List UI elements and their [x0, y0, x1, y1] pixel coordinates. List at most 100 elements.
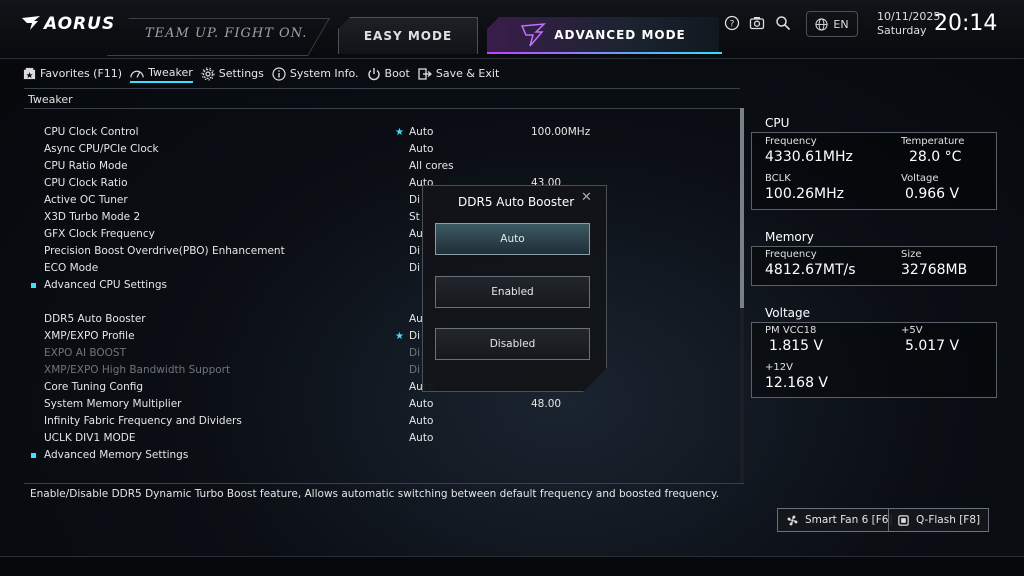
power-icon	[367, 67, 381, 81]
voltage-section-title: Voltage	[765, 306, 811, 320]
setting-value: Di	[409, 262, 421, 274]
eagle-icon	[22, 16, 40, 30]
date: 10/11/2025	[877, 10, 941, 23]
submenu-label: Advanced Memory Settings	[44, 449, 189, 461]
pm-vcc18-label: PM VCC18	[765, 325, 817, 336]
time-display: 20:14	[934, 11, 998, 36]
tab-boot[interactable]: Boot	[367, 67, 410, 83]
easy-mode-button[interactable]: EASY MODE	[338, 17, 478, 54]
setting-value: Auto	[409, 432, 434, 444]
tab-settings[interactable]: Settings	[201, 67, 264, 83]
setting-row-async-cpu-pcie-clock[interactable]: Async CPU/PCIe Clock Auto	[24, 141, 740, 158]
setting-label: XMP/EXPO High Bandwidth Support	[44, 364, 231, 376]
setting-value: Di	[409, 364, 421, 376]
setting-row-cpu-clock-ratio[interactable]: CPU Clock Ratio Auto 43.00	[24, 175, 740, 192]
setting-label: CPU Ratio Mode	[44, 160, 128, 172]
v5-label: +5V	[901, 325, 923, 336]
submenu-bullet-icon	[31, 453, 36, 458]
cpu-voltage-value: 0.966 V	[905, 186, 960, 202]
tab-tweaker-label: Tweaker	[148, 66, 193, 79]
memory-section-title: Memory	[765, 230, 814, 244]
setting-row-eco-mode[interactable]: ECO Mode Di	[24, 260, 740, 277]
setting-row-gfx-clock-frequency[interactable]: GFX Clock Frequency Au	[24, 226, 740, 243]
setting-row-uclk-div1-mode[interactable]: UCLK DIV1 MODE Auto	[24, 430, 740, 447]
setting-row-infinity-fabric[interactable]: Infinity Fabric Frequency and Dividers A…	[24, 413, 740, 430]
svg-text:?: ?	[730, 20, 735, 30]
cpu-section-title: CPU	[765, 116, 790, 130]
cpu-temperature-value: 28.0 °C	[909, 149, 962, 165]
tab-save-exit[interactable]: Save & Exit	[418, 67, 499, 83]
memory-size-value: 32768MB	[901, 262, 968, 278]
setting-row-cpu-clock-control[interactable]: CPU Clock Control ★ Auto 100.00MHz	[24, 124, 740, 141]
submenu-advanced-cpu-settings[interactable]: Advanced CPU Settings	[24, 277, 740, 294]
setting-row-pbo-enhancement[interactable]: Precision Boost Overdrive(PBO) Enhanceme…	[24, 243, 740, 260]
option-disabled[interactable]: Disabled	[435, 328, 590, 360]
setting-label: ECO Mode	[44, 262, 99, 274]
help-text: Enable/Disable DDR5 Dynamic Turbo Boost …	[30, 488, 720, 500]
breadcrumb: Tweaker	[28, 93, 73, 106]
footer-bar	[0, 557, 1024, 576]
setting-row-cpu-ratio-mode[interactable]: CPU Ratio Mode All cores	[24, 158, 740, 175]
setting-row-x3d-turbo-mode-2[interactable]: X3D Turbo Mode 2 St	[24, 209, 740, 226]
advanced-mode-button[interactable]: ADVANCED MODE	[487, 17, 719, 53]
dialog-title: DDR5 Auto Booster	[458, 195, 575, 209]
pm-vcc18-value: 1.815 V	[769, 338, 824, 354]
cpu-frequency-label: Frequency	[765, 136, 817, 147]
help-icon[interactable]: ?	[722, 13, 742, 33]
setting-label: Active OC Tuner	[44, 194, 128, 206]
memory-frequency-label: Frequency	[765, 249, 817, 260]
setting-row-ddr5-auto-booster[interactable]: DDR5 Auto Booster Au	[24, 311, 740, 328]
tab-save-exit-label: Save & Exit	[435, 67, 500, 80]
setting-row-xmp-expo-high-bandwidth: XMP/EXPO High Bandwidth Support Di	[24, 362, 740, 379]
option-auto[interactable]: Auto	[435, 223, 590, 255]
setting-value: Auto	[409, 415, 434, 427]
option-enabled[interactable]: Enabled	[435, 276, 590, 308]
v5-value: 5.017 V	[905, 338, 960, 354]
setting-value: Auto	[409, 126, 434, 138]
v12-label: +12V	[765, 362, 793, 373]
v12-value: 12.168 V	[765, 375, 829, 391]
chip-icon	[898, 514, 909, 526]
scrollbar-thumb[interactable]	[740, 108, 744, 308]
cpu-frequency-value: 4330.61MHz	[765, 149, 853, 165]
main-nav: Favorites (F11) Tweaker Settings System …	[22, 66, 499, 83]
gear-icon	[201, 67, 215, 81]
smart-fan-button[interactable]: Smart Fan 6 [F6]	[777, 508, 902, 532]
search-icon[interactable]	[773, 13, 793, 33]
tab-system-info[interactable]: System Info.	[272, 66, 359, 83]
language-button[interactable]: EN	[806, 11, 858, 37]
q-flash-button[interactable]: Q-Flash [F8]	[888, 508, 990, 532]
setting-value: Auto	[409, 143, 434, 155]
setting-label: X3D Turbo Mode 2	[44, 211, 141, 223]
submenu-bullet-icon	[31, 283, 36, 288]
tab-favorites[interactable]: Favorites (F11)	[22, 67, 122, 83]
tab-settings-label: Settings	[218, 67, 264, 80]
setting-row-active-oc-tuner[interactable]: Active OC Tuner Di	[24, 192, 740, 209]
setting-label: EXPO AI BOOST	[44, 347, 127, 359]
setting-value: Di	[409, 347, 421, 359]
divider	[24, 108, 740, 109]
date-display: 10/11/2025 Saturday	[877, 10, 940, 38]
memory-frequency-value: 4812.67MT/s	[765, 262, 856, 278]
setting-row-xmp-expo-profile[interactable]: XMP/EXPO Profile ★ Di	[24, 328, 740, 345]
setting-value: Di	[409, 194, 421, 206]
favorites-icon	[22, 67, 36, 81]
submenu-label: Advanced CPU Settings	[44, 279, 167, 291]
tab-boot-label: Boot	[384, 67, 410, 80]
submenu-advanced-memory-settings[interactable]: Advanced Memory Settings	[24, 447, 740, 464]
setting-row-core-tuning-config[interactable]: Core Tuning Config Auto	[24, 379, 740, 396]
setting-readout: 100.00MHz	[531, 126, 591, 138]
close-icon[interactable]: ✕	[581, 190, 592, 205]
screenshot-icon[interactable]	[747, 13, 767, 33]
bclk-label: BCLK	[765, 173, 791, 184]
setting-value: St	[409, 211, 420, 223]
setting-row-system-memory-multiplier[interactable]: System Memory Multiplier Auto 48.00	[24, 396, 740, 413]
day: Saturday	[877, 24, 927, 37]
tab-tweaker[interactable]: Tweaker	[130, 66, 193, 83]
slogan: TEAM UP. FIGHT ON.	[145, 26, 308, 41]
setting-label: Infinity Fabric Frequency and Dividers	[44, 415, 242, 427]
setting-label: GFX Clock Frequency	[44, 228, 155, 240]
tab-favorites-label: Favorites (F11)	[40, 67, 123, 80]
setting-value: Au	[409, 228, 423, 240]
smart-fan-label: Smart Fan 6 [F6]	[805, 514, 893, 526]
